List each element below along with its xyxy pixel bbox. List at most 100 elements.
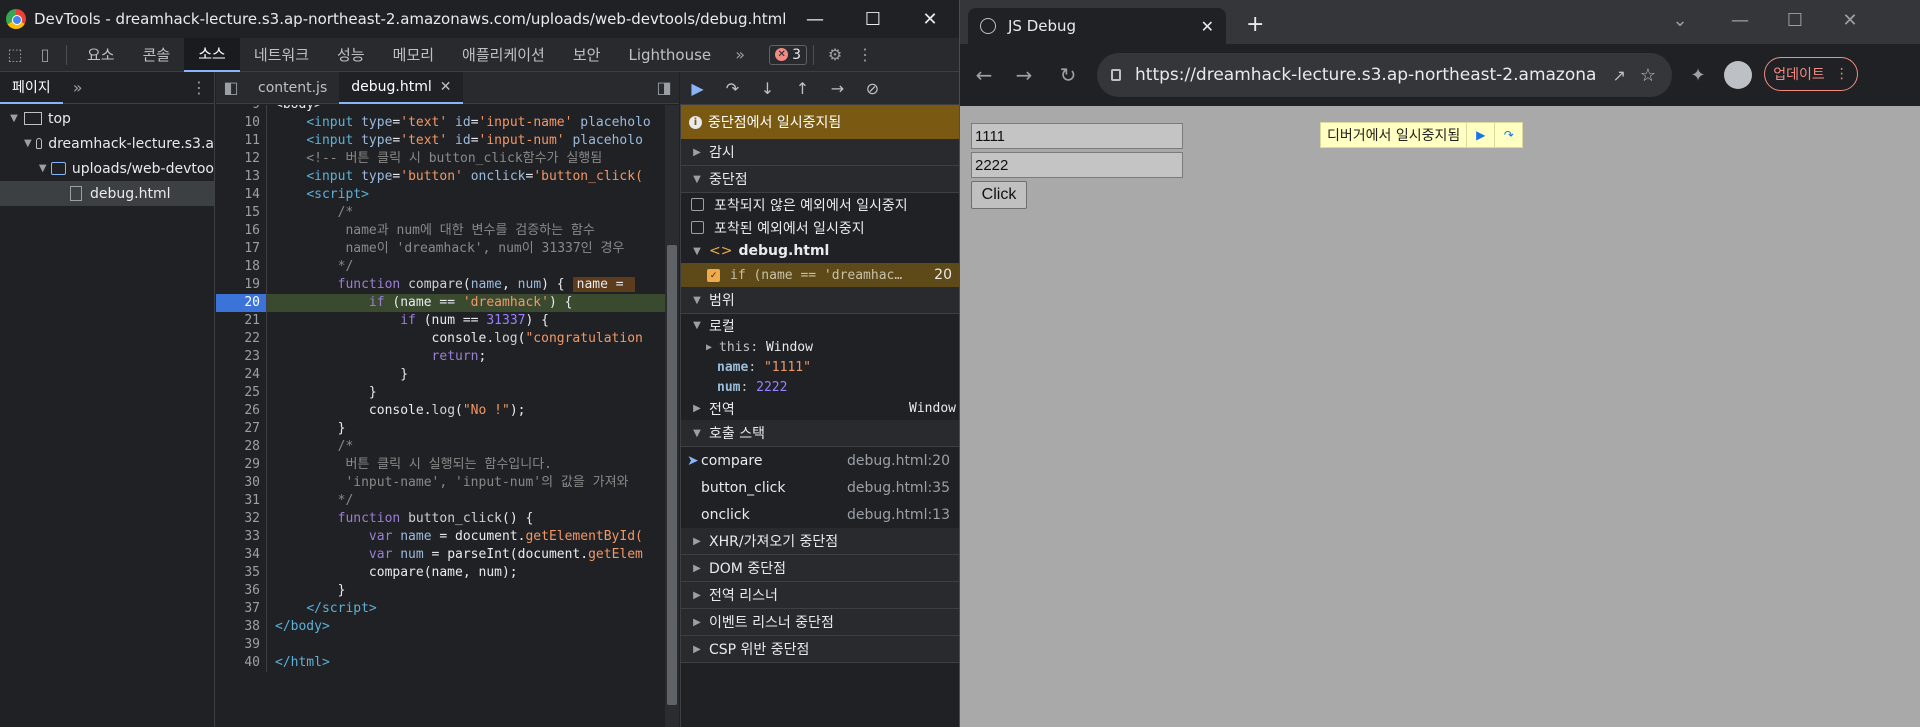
new-tab-icon[interactable]: + <box>1246 12 1264 37</box>
section-watch[interactable]: ▶ 감시 <box>681 139 960 166</box>
toggle-navigator-icon[interactable]: ◧ <box>216 71 246 105</box>
section-scope[interactable]: ▼ 범위 <box>681 287 960 314</box>
close-icon[interactable]: ✕ <box>905 0 955 38</box>
frame-location[interactable]: debug.html:35 <box>847 480 950 496</box>
frame-location[interactable]: debug.html:20 <box>847 453 950 469</box>
back-icon[interactable]: ← <box>964 55 1004 95</box>
section-event-listener-breakpoints[interactable]: ▶ 이벤트 리스너 중단점 <box>681 609 960 636</box>
step-out-icon[interactable]: ↑ <box>785 72 820 105</box>
input-name[interactable]: 1111 <box>971 123 1183 149</box>
inspect-element-icon[interactable]: ⬚ <box>0 38 30 72</box>
reload-icon[interactable]: ↻ <box>1048 55 1088 95</box>
tab-debug-html[interactable]: debug.html ✕ <box>339 71 464 104</box>
toolbar-divider <box>66 44 67 65</box>
tab-memory[interactable]: 메모리 <box>379 38 448 72</box>
section-callstack[interactable]: ▼ 호출 스택 <box>681 420 960 447</box>
tree-item-file[interactable]: debug.html <box>0 181 214 206</box>
tab-page[interactable]: 페이지 <box>0 72 63 104</box>
checkbox[interactable] <box>691 198 704 211</box>
restore-icon[interactable]: ☐ <box>1765 0 1825 40</box>
tab-console[interactable]: 콘솔 <box>129 38 185 72</box>
update-button[interactable]: 업데이트 ⋮ <box>1764 57 1858 91</box>
scope-this[interactable]: ▶ this: Window <box>681 337 960 357</box>
step-into-icon[interactable]: ↓ <box>750 72 785 105</box>
frame-location[interactable]: debug.html:13 <box>847 507 950 523</box>
section-label: CSP 위반 중단점 <box>709 642 810 658</box>
browser-menu-icon[interactable]: ⋮ <box>1835 66 1849 82</box>
settings-gear-icon[interactable]: ⚙ <box>820 38 850 72</box>
code-view[interactable]: 9<body> 10 <input type='text' id='input-… <box>216 105 679 727</box>
scope-global[interactable]: ▶ 전역 Window <box>681 397 960 420</box>
tab-network[interactable]: 네트워크 <box>240 38 323 72</box>
tree-item-domain[interactable]: ▼ dreamhack-lecture.s3.a <box>0 131 214 156</box>
kebab-menu-icon[interactable]: ⋮ <box>850 38 880 72</box>
checkbox[interactable] <box>691 221 704 234</box>
bookmark-star-icon[interactable]: ☆ <box>1640 65 1656 86</box>
close-tab-icon[interactable]: ✕ <box>440 79 452 95</box>
collapsed-triangle-icon: ▶ <box>693 146 701 158</box>
deactivate-breakpoints-icon[interactable]: ⊘ <box>855 72 890 105</box>
folder-icon <box>51 162 66 175</box>
input-num[interactable]: 2222 <box>971 152 1183 178</box>
tab-application[interactable]: 애플리케이션 <box>448 38 559 72</box>
error-count-badge[interactable]: ✕ 3 <box>769 44 808 65</box>
more-navigator-tabs-icon[interactable]: » <box>63 71 93 105</box>
current-execution-line: 20 if (name == 'dreamhack') { <box>216 294 679 312</box>
address-bar[interactable]: https://dreamhack-lecture.s3.ap-northeas… <box>1097 53 1672 97</box>
section-csp-breakpoints[interactable]: ▶ CSP 위반 중단점 <box>681 636 960 663</box>
paused-banner: i 중단점에서 일시중지됨 <box>681 105 960 139</box>
extensions-puzzle-icon[interactable]: ✦ <box>1678 55 1718 95</box>
expand-triangle-icon: ▼ <box>38 163 47 174</box>
tab-performance[interactable]: 성능 <box>323 38 379 72</box>
callstack-frame[interactable]: button_click debug.html:35 <box>681 474 960 501</box>
breakpoint-checkbox[interactable]: ✓ <box>707 268 720 282</box>
scope-var-name[interactable]: name: "1111" <box>681 357 960 377</box>
info-icon: i <box>689 115 702 129</box>
minimize-icon[interactable]: — <box>1710 0 1770 40</box>
tab-content-js[interactable]: content.js <box>246 72 339 104</box>
scope-var-num[interactable]: num: 2222 <box>681 377 960 397</box>
section-xhr-breakpoints[interactable]: ▶ XHR/가져오기 중단점 <box>681 528 960 555</box>
var-key: name <box>717 359 749 375</box>
section-dom-breakpoints[interactable]: ▶ DOM 중단점 <box>681 555 960 582</box>
frame-function: compare <box>701 452 763 469</box>
scrollbar-thumb[interactable] <box>667 245 677 705</box>
browser-tab[interactable]: JS Debug ✕ <box>968 8 1226 44</box>
tab-lighthouse[interactable]: Lighthouse <box>614 38 725 72</box>
tree-item-top[interactable]: ▼ top <box>0 106 214 131</box>
resume-icon[interactable]: ▶ <box>1466 123 1494 147</box>
click-button[interactable]: Click <box>971 181 1027 209</box>
pause-caught-option[interactable]: 포착된 예외에서 일시중지 <box>681 216 960 239</box>
forward-icon[interactable]: → <box>1004 55 1044 95</box>
share-icon[interactable]: ↗ <box>1612 66 1625 85</box>
breakpoint-entry[interactable]: ✓ if (name == 'dreamhac… 20 <box>681 263 960 287</box>
step-over-icon[interactable]: ↷ <box>715 72 750 105</box>
device-toolbar-icon[interactable]: ▯ <box>30 38 60 72</box>
step-over-icon[interactable]: ↷ <box>1494 123 1522 147</box>
tree-item-folder[interactable]: ▼ uploads/web-devtoo <box>0 156 214 181</box>
more-tabs-icon[interactable]: » <box>725 38 755 72</box>
close-window-icon[interactable]: ✕ <box>1820 0 1880 40</box>
profile-avatar[interactable] <box>1724 61 1752 89</box>
section-label: XHR/가져오기 중단점 <box>709 534 839 550</box>
callstack-frame[interactable]: onclick debug.html:13 <box>681 501 960 528</box>
tab-sources[interactable]: 소스 <box>184 37 240 72</box>
section-global-listeners[interactable]: ▶ 전역 리스너 <box>681 582 960 609</box>
editor-scrollbar[interactable] <box>665 105 679 727</box>
tab-security[interactable]: 보안 <box>559 38 615 72</box>
step-icon[interactable]: → <box>820 72 855 105</box>
breakpoint-file[interactable]: ▼ <> debug.html <box>681 239 960 263</box>
scope-local[interactable]: ▼ 로컬 <box>681 314 960 337</box>
pause-uncaught-option[interactable]: 포착되지 않은 예외에서 일시중지 <box>681 193 960 216</box>
callstack-frame[interactable]: ➤ compare debug.html:20 <box>681 447 960 474</box>
resume-icon[interactable]: ▶ <box>680 72 715 105</box>
minimize-icon[interactable]: — <box>790 0 840 38</box>
tab-elements[interactable]: 요소 <box>73 38 129 72</box>
maximize-icon[interactable]: ☐ <box>848 0 898 38</box>
navigator-menu-icon[interactable]: ⋮ <box>184 71 214 105</box>
toggle-debugger-icon[interactable]: ◨ <box>649 71 679 105</box>
tab-search-icon[interactable]: ⌄ <box>1650 0 1710 40</box>
close-tab-icon[interactable]: ✕ <box>1201 17 1214 36</box>
paused-banner-text: 중단점에서 일시중지됨 <box>708 115 842 131</box>
section-breakpoints[interactable]: ▼ 중단점 <box>681 166 960 193</box>
